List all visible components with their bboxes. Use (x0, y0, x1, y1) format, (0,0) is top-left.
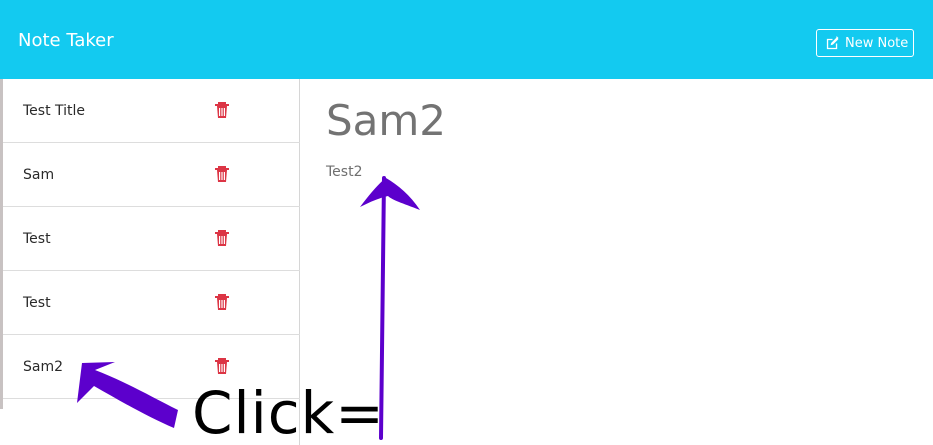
note-list-title: Sam2 (23, 359, 64, 375)
trash-icon[interactable] (214, 165, 230, 183)
selected-note-title[interactable]: Sam2 (326, 95, 446, 147)
edit-icon (825, 35, 840, 51)
new-note-label: New Note (845, 35, 909, 51)
note-list-item[interactable]: Sam (3, 143, 300, 207)
top-navbar: Note Taker New Note (0, 0, 933, 79)
trash-icon[interactable] (214, 357, 230, 375)
trash-icon[interactable] (214, 101, 230, 119)
note-list-title: Test (23, 231, 51, 247)
app-title[interactable]: Note Taker (18, 28, 114, 54)
note-list-item[interactable]: Sam2 (3, 335, 300, 399)
note-list-item[interactable]: Test (3, 271, 300, 335)
note-list-title: Test (23, 295, 51, 311)
selected-note-text[interactable]: Test2 (326, 163, 362, 181)
note-list-title: Test Title (23, 103, 86, 119)
note-viewer: Sam2 Test2 (300, 79, 933, 445)
note-list-title: Sam (23, 167, 55, 183)
trash-icon[interactable] (214, 229, 230, 247)
trash-icon[interactable] (214, 293, 230, 311)
note-list-item[interactable]: Test Title (3, 79, 300, 143)
note-taker-page: Note Taker New Note Test Title Sam Test … (0, 0, 933, 445)
note-list-item[interactable]: Test (3, 207, 300, 271)
notes-list: Test Title Sam Test Test Sam2 (3, 79, 300, 399)
new-note-button[interactable]: New Note (816, 29, 914, 57)
